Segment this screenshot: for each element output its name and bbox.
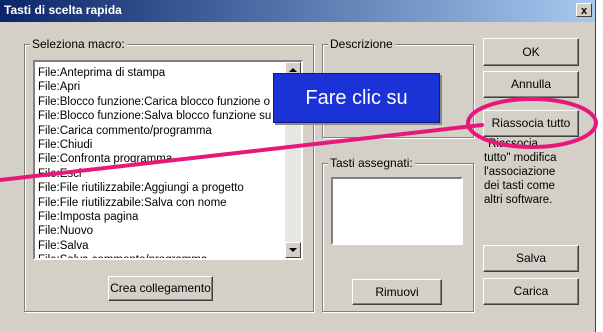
close-icon: x [580, 5, 588, 17]
tooltip-text: Fare clic su [305, 87, 408, 109]
macro-list-item[interactable]: File:Salva commento/programma [38, 253, 288, 258]
description-text: "Riassocia tutto" modifica l'associazion… [484, 138, 557, 206]
macro-list-item[interactable]: File:Salva [38, 239, 288, 253]
reassign-all-label: Riassocia tutto [491, 116, 571, 130]
macro-list-item[interactable]: File:Blocco funzione:Carica blocco funzi… [38, 95, 288, 109]
title-bar: Tasti di scelta rapida x [0, 0, 595, 22]
assigned-keys-label: Tasti assegnati: [328, 156, 415, 170]
macro-list-item[interactable]: File:Blocco funzione:Salva blocco funzio… [38, 109, 288, 123]
macro-list-item[interactable]: File:Confronta programma [38, 152, 288, 166]
cancel-label: Annulla [510, 77, 552, 91]
macro-list-item[interactable]: File:Imposta pagina [38, 210, 288, 224]
macro-list-item[interactable]: File:Chiudi [38, 138, 288, 152]
assigned-keys-list[interactable] [331, 177, 463, 245]
arrow-up-icon [289, 68, 297, 72]
load-button[interactable]: Carica [483, 278, 579, 305]
macro-list-item[interactable]: File:Apri [38, 80, 288, 94]
macro-list-item[interactable]: File:File riutilizzabile:Salva con nome [38, 196, 288, 210]
macro-list-item[interactable]: File:File riutilizzabile:Aggiungi a prog… [38, 181, 288, 195]
create-link-label: Crea collegamento [110, 281, 211, 295]
cancel-button[interactable]: Annulla [483, 71, 579, 98]
scroll-down-button[interactable] [285, 242, 301, 258]
instruction-tooltip: Fare clic su [273, 73, 440, 123]
macro-list-items: File:Anteprima di stampa File:Apri File:Bl… [38, 66, 288, 258]
load-label: Carica [513, 284, 549, 298]
reassign-all-button[interactable]: Riassocia tutto [483, 110, 579, 137]
macro-list-item[interactable]: File:Esci [38, 167, 288, 181]
remove-label: Rimuovi [375, 285, 419, 299]
macro-list-item[interactable]: File:Carica commento/programma [38, 124, 288, 138]
remove-button[interactable]: Rimuovi [352, 279, 442, 305]
arrow-down-icon [289, 248, 297, 252]
macro-list-item[interactable]: File:Nuovo [38, 224, 288, 238]
macro-list[interactable]: File:Anteprima di stampa File:Apri File:Bl… [33, 60, 303, 260]
ok-label: OK [522, 45, 540, 59]
macro-group-label: Seleziona macro: [30, 37, 127, 51]
save-button[interactable]: Salva [483, 245, 579, 272]
description-group-label: Descrizione [328, 37, 395, 51]
ok-button[interactable]: OK [483, 38, 579, 66]
macro-list-item[interactable]: File:Anteprima di stampa [38, 66, 288, 80]
save-label: Salva [515, 251, 547, 265]
create-link-button[interactable]: Crea collegamento [108, 276, 213, 301]
dialog-window: Tasti di scelta rapida x Seleziona macro… [0, 0, 596, 332]
close-button[interactable]: x [576, 3, 592, 17]
window-title: Tasti di scelta rapida [4, 3, 122, 17]
